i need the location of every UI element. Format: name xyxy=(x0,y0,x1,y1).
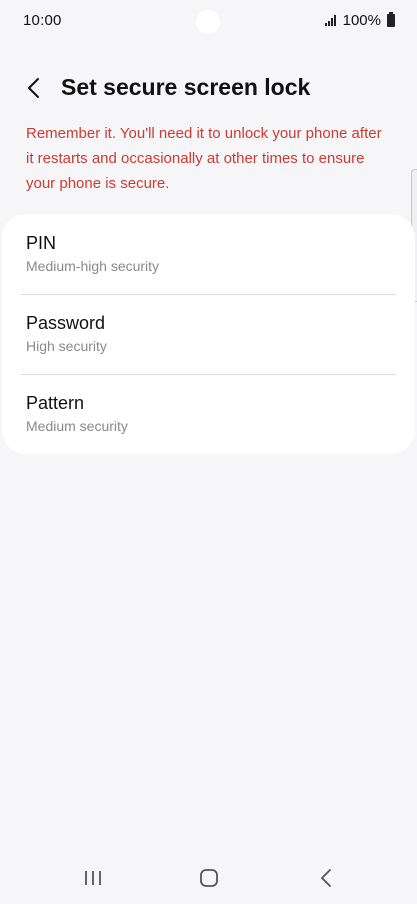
status-indicators: 100% xyxy=(324,12,395,29)
option-subtitle: Medium security xyxy=(26,418,128,434)
app-header: Set secure screen lock xyxy=(0,66,417,110)
home-icon xyxy=(200,869,218,887)
status-time: 10:00 xyxy=(23,12,62,29)
warning-message: Remember it. You'll need it to unlock yo… xyxy=(26,125,382,192)
status-bar: 10:00 100% xyxy=(0,0,417,44)
back-button[interactable] xyxy=(18,70,50,106)
option-subtitle: High security xyxy=(26,338,107,354)
lock-option-pin[interactable]: PIN Medium-high security xyxy=(2,214,415,294)
recent-apps-button[interactable] xyxy=(71,862,115,894)
battery-level: 100% xyxy=(342,12,381,29)
battery-icon xyxy=(387,12,395,27)
recent-apps-icon xyxy=(85,871,101,885)
back-icon xyxy=(321,869,331,887)
lock-type-list: PIN Medium-high security Password High s… xyxy=(2,214,415,454)
lock-option-pattern[interactable]: Pattern Medium security xyxy=(2,374,415,454)
option-title: Password xyxy=(26,313,106,333)
back-nav-button[interactable] xyxy=(304,862,348,894)
page-title: Set secure screen lock xyxy=(61,74,311,100)
option-subtitle: Medium-high security xyxy=(26,258,160,274)
option-title: Pattern xyxy=(26,393,85,413)
lock-option-password[interactable]: Password High security xyxy=(2,294,415,374)
option-title: PIN xyxy=(26,233,57,253)
camera-cutout xyxy=(196,10,220,34)
chevron-left-icon xyxy=(28,78,39,98)
home-button[interactable] xyxy=(187,862,231,894)
screen: 10:00 100% Set secure screen lock Rememb… xyxy=(0,0,417,904)
signal-bars-icon xyxy=(324,15,336,26)
navigation-bar xyxy=(0,856,417,900)
